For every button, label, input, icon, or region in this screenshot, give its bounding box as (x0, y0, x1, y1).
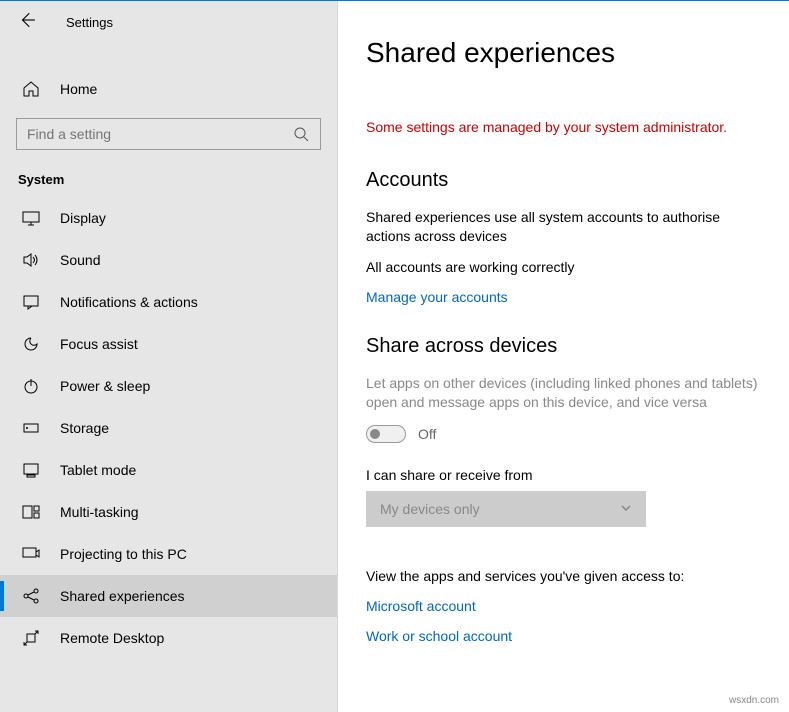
remote-icon (22, 629, 40, 647)
storage-icon (22, 419, 40, 437)
shared-icon (22, 587, 40, 605)
admin-warning: Some settings are managed by your system… (366, 119, 761, 135)
watermark: wsxdn.com (729, 695, 779, 706)
sidebar-item-power[interactable]: Power & sleep (0, 365, 337, 407)
power-icon (22, 377, 40, 395)
share-toggle-row: Off (366, 425, 761, 443)
sidebar-item-remote[interactable]: Remote Desktop (0, 617, 337, 659)
notifications-icon (22, 293, 40, 311)
share-desc: Let apps on other devices (including lin… (366, 374, 761, 412)
sidebar-item-label: Display (60, 210, 106, 226)
main-content: Shared experiences Some settings are man… (338, 1, 789, 712)
chevron-down-icon (620, 501, 632, 517)
home-nav[interactable]: Home (0, 66, 337, 112)
sidebar-item-label: Tablet mode (60, 462, 136, 478)
accounts-status: All accounts are working correctly (366, 258, 761, 277)
sidebar-item-notifications[interactable]: Notifications & actions (0, 281, 337, 323)
focus-icon (22, 335, 40, 353)
search-icon (292, 125, 310, 143)
manage-accounts-link[interactable]: Manage your accounts (366, 289, 508, 305)
home-icon (22, 80, 40, 98)
sidebar-item-project[interactable]: Projecting to this PC (0, 533, 337, 575)
sidebar-item-label: Storage (60, 420, 109, 436)
window-title: Settings (66, 15, 113, 30)
sidebar-item-storage[interactable]: Storage (0, 407, 337, 449)
tablet-icon (22, 461, 40, 479)
search-input[interactable] (27, 126, 292, 142)
search-box[interactable] (16, 118, 321, 150)
work-school-account-link[interactable]: Work or school account (366, 628, 512, 644)
sidebar-section-label: System (0, 156, 337, 197)
sound-icon (22, 251, 40, 269)
header-row: Settings (0, 1, 337, 40)
share-field-label: I can share or receive from (366, 467, 761, 483)
sidebar-item-display[interactable]: Display (0, 197, 337, 239)
accounts-desc: Shared experiences use all system accoun… (366, 208, 761, 246)
sidebar-item-label: Power & sleep (60, 378, 150, 394)
accounts-section-title: Accounts (366, 169, 761, 192)
sidebar-item-label: Notifications & actions (60, 294, 198, 310)
sidebar-item-multitask[interactable]: Multi-tasking (0, 491, 337, 533)
multitask-icon (22, 503, 40, 521)
sidebar-item-label: Focus assist (60, 336, 138, 352)
share-dropdown[interactable]: My devices only (366, 491, 646, 527)
page-title: Shared experiences (366, 37, 761, 69)
sidebar-item-focus[interactable]: Focus assist (0, 323, 337, 365)
sidebar-item-shared[interactable]: Shared experiences (0, 575, 337, 617)
share-section-title: Share across devices (366, 335, 761, 358)
share-toggle[interactable] (366, 425, 406, 443)
sidebar-item-label: Multi-tasking (60, 504, 139, 520)
display-icon (22, 209, 40, 227)
sidebar-item-label: Remote Desktop (60, 630, 164, 646)
access-label: View the apps and services you've given … (366, 567, 761, 586)
share-toggle-label: Off (418, 426, 436, 442)
microsoft-account-link[interactable]: Microsoft account (366, 598, 476, 614)
sidebar-item-label: Projecting to this PC (60, 546, 187, 562)
sidebar-item-sound[interactable]: Sound (0, 239, 337, 281)
project-icon (22, 545, 40, 563)
dropdown-value: My devices only (380, 501, 480, 517)
sidebar-item-label: Shared experiences (60, 588, 185, 604)
sidebar-item-label: Sound (60, 252, 100, 268)
sidebar-nav-list: Display Sound Notifications & actions Fo… (0, 197, 337, 712)
home-label: Home (60, 81, 97, 97)
sidebar-panel: Settings Home System Display Sound Notif… (0, 1, 338, 712)
back-arrow-icon[interactable] (18, 11, 36, 34)
sidebar-item-tablet[interactable]: Tablet mode (0, 449, 337, 491)
